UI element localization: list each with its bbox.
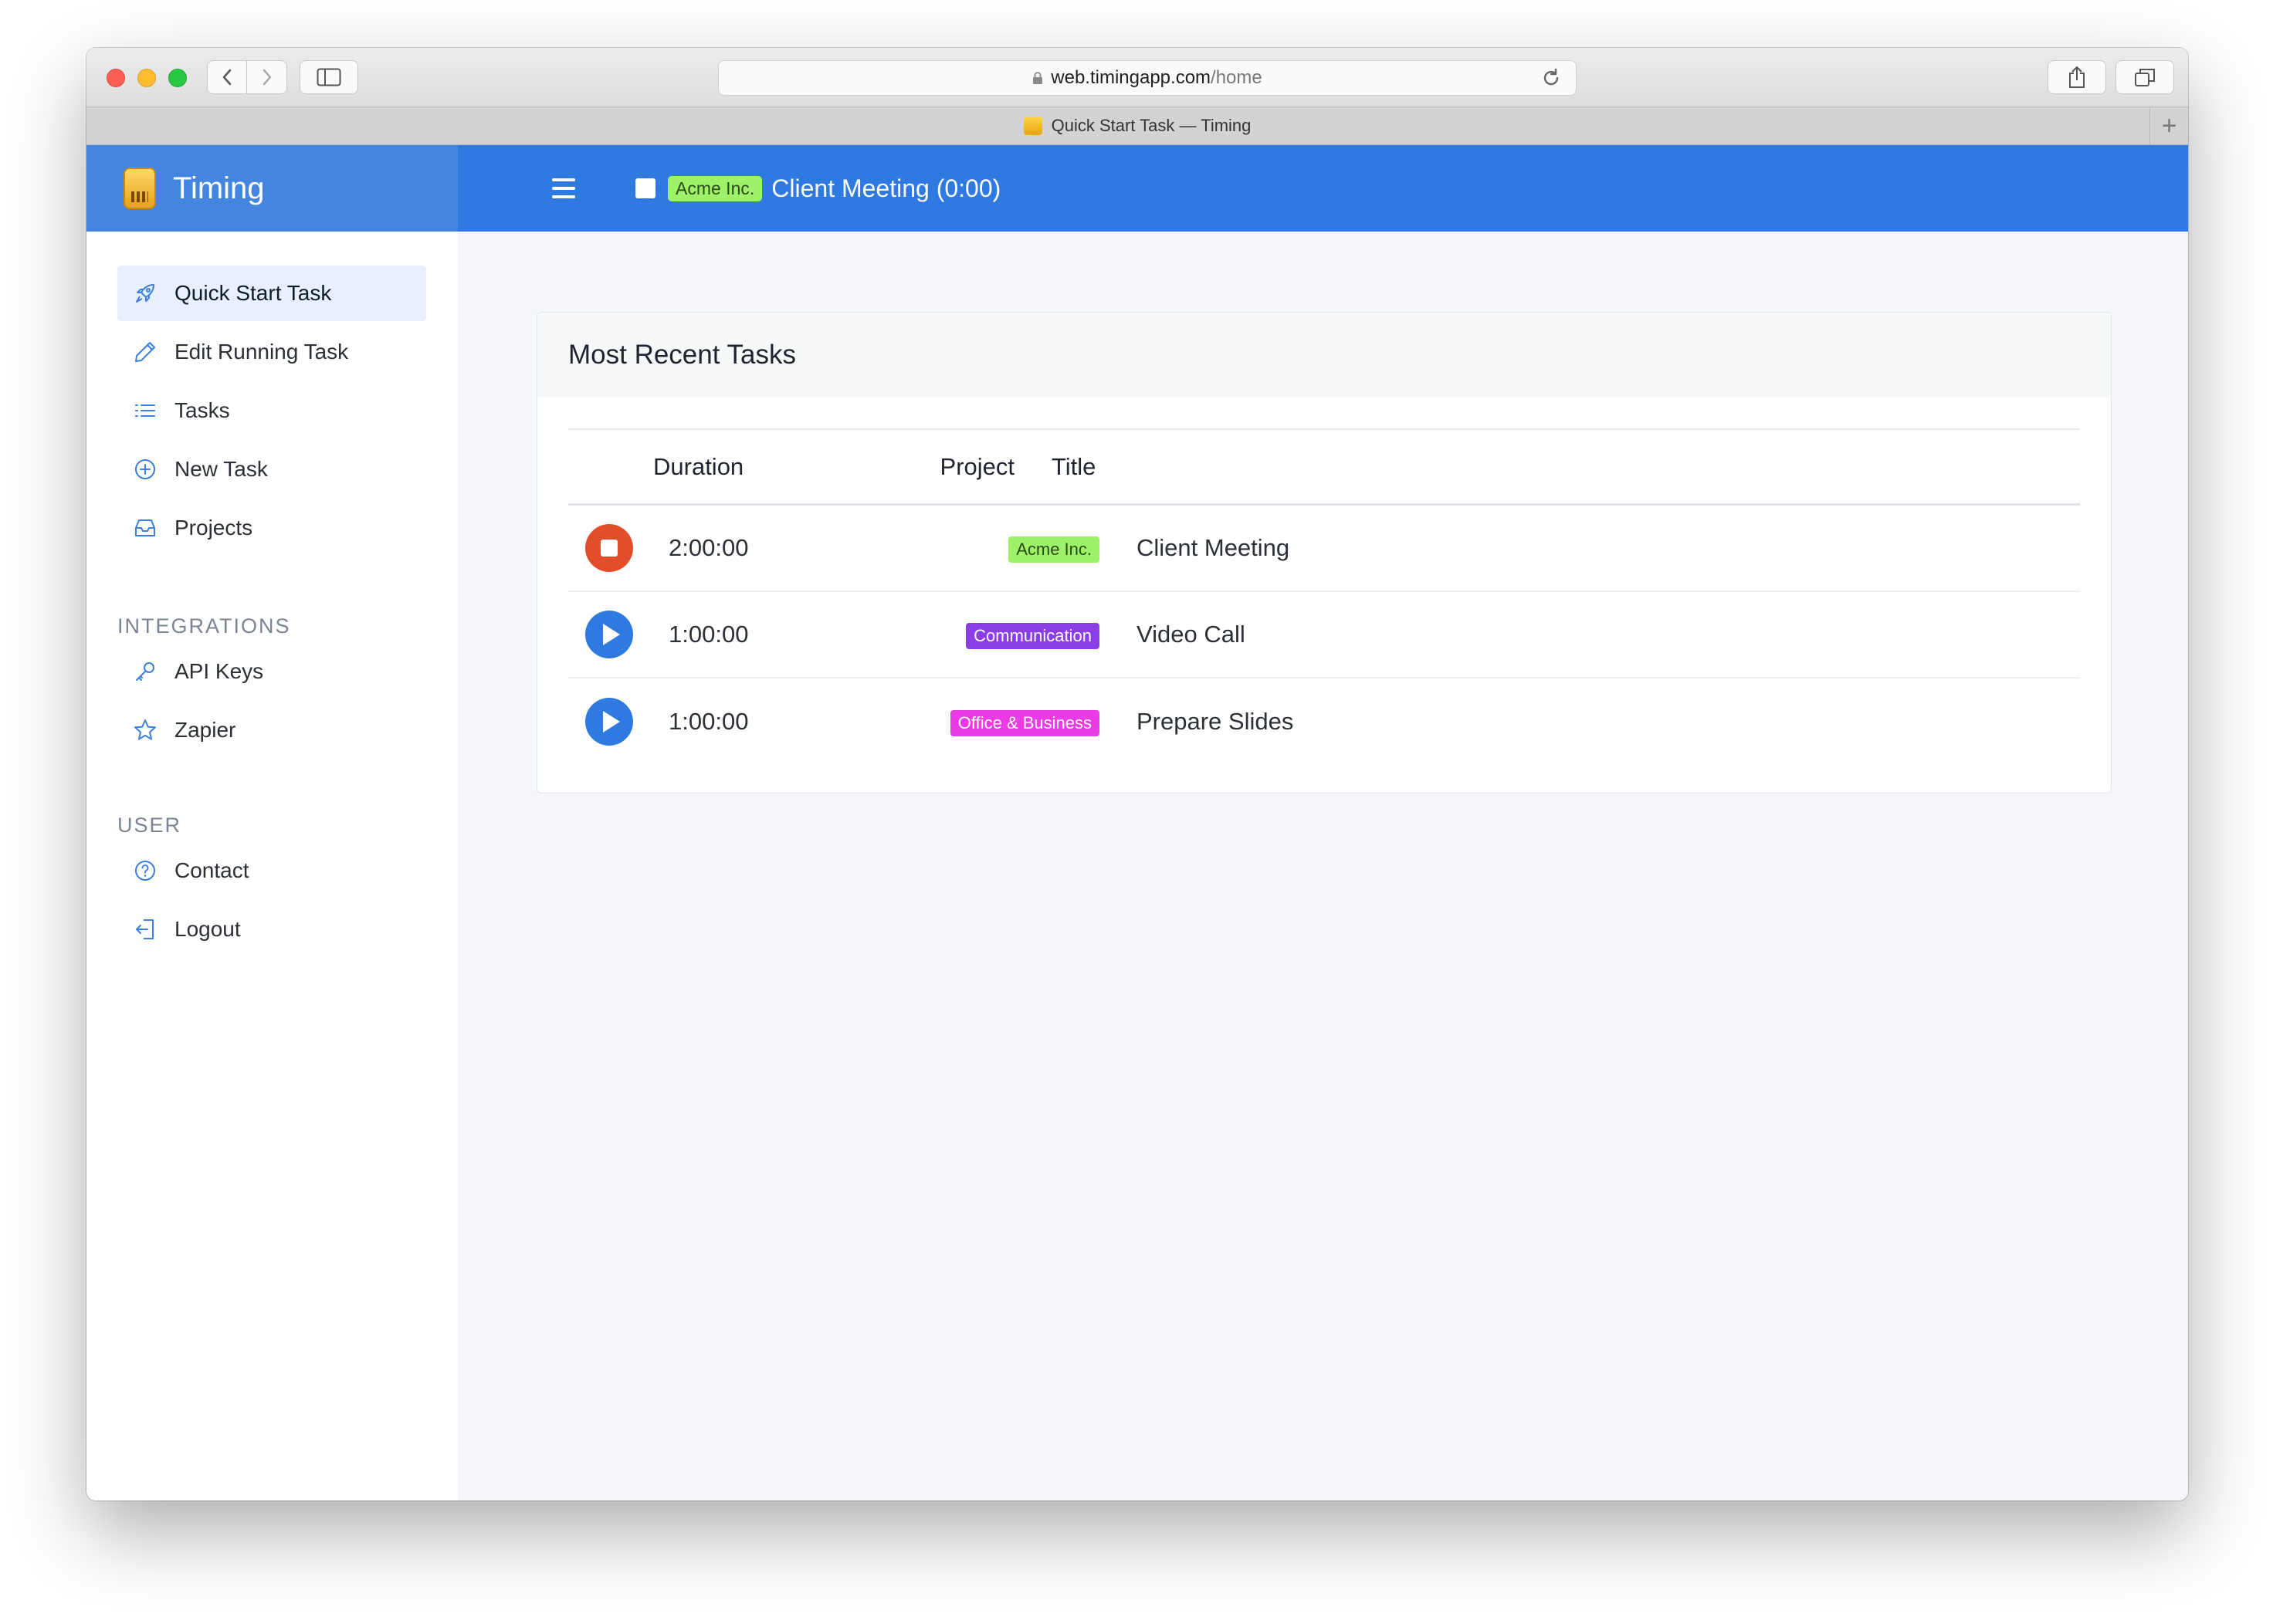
play-icon — [603, 711, 620, 732]
project-badge: Acme Inc. — [1008, 536, 1099, 563]
recent-tasks-table: Duration Project Title 2:00:00 Acme Inc.… — [568, 428, 2080, 765]
start-task-button[interactable] — [585, 698, 633, 746]
back-button[interactable] — [208, 61, 248, 93]
recent-tasks-card: Most Recent Tasks Duration Project Title… — [537, 312, 2112, 793]
start-task-button[interactable] — [585, 611, 633, 658]
url-host: web.timingapp.com — [1051, 67, 1211, 88]
new-tab-button[interactable]: + — [2149, 107, 2188, 144]
sidebar-item-edit-running-task[interactable]: Edit Running Task — [117, 324, 426, 380]
task-duration: 2:00:00 — [669, 534, 749, 561]
sidebar-item-label: Quick Start Task — [174, 281, 332, 305]
share-button[interactable] — [2048, 60, 2106, 94]
table-row: 1:00:00 Communication Video Call — [568, 592, 2080, 678]
key-icon — [136, 662, 154, 681]
history-nav — [207, 60, 287, 94]
tabs-icon — [2135, 69, 2155, 86]
sidebar-item-projects[interactable]: Projects — [117, 500, 426, 556]
inbox-icon — [135, 519, 155, 536]
project-badge: Communication — [966, 623, 1099, 649]
sidebar-item-logout[interactable]: Logout — [117, 902, 426, 957]
tab-title[interactable]: Quick Start Task — Timing — [1052, 116, 1252, 136]
lock-icon — [1033, 72, 1043, 84]
url-path: /home — [1211, 67, 1262, 88]
sidebar-item-label: Zapier — [174, 718, 236, 742]
sidebar-toggle-button[interactable] — [300, 60, 358, 94]
stop-icon — [601, 540, 618, 557]
chevron-left-icon — [222, 69, 232, 86]
stop-running-task-button[interactable] — [635, 178, 655, 198]
project-column-header: Project — [940, 452, 1015, 480]
duration-column-header: Duration — [653, 452, 744, 480]
plus-circle-icon — [135, 459, 155, 479]
list-icon — [135, 404, 155, 417]
task-title: Video Call — [1136, 621, 1245, 648]
help-circle-icon — [135, 861, 155, 881]
reload-icon[interactable] — [1540, 67, 1562, 89]
task-title: Prepare Slides — [1136, 708, 1294, 735]
logout-icon — [136, 919, 154, 939]
browser-window: web.timingapp.com/home Quick Start Task … — [86, 48, 2188, 1501]
sidebar-item-new-task[interactable]: New Task — [117, 442, 426, 497]
sidebar: Quick Start Task Edit Running Task Tasks… — [86, 232, 458, 1501]
sidebar-item-api-keys[interactable]: API Keys — [117, 644, 426, 699]
rocket-icon — [136, 284, 154, 303]
chevron-right-icon — [263, 69, 271, 86]
main-content: Most Recent Tasks Duration Project Title… — [458, 232, 2188, 1501]
sidebar-item-label: Logout — [174, 917, 241, 941]
stop-task-button[interactable] — [585, 524, 633, 572]
sidebar-item-label: Edit Running Task — [174, 340, 349, 364]
running-task-project-badge: Acme Inc. — [668, 175, 763, 201]
timing-favicon-icon — [1023, 117, 1042, 135]
tab-bar: Quick Start Task — Timing + — [86, 107, 2188, 145]
task-duration: 1:00:00 — [669, 708, 749, 735]
forward-button[interactable] — [247, 61, 286, 93]
task-title: Client Meeting — [1136, 534, 1290, 561]
star-icon — [134, 719, 156, 740]
card-title: Most Recent Tasks — [537, 313, 2111, 398]
pencil-icon — [135, 342, 155, 362]
sidebar-item-contact[interactable]: Contact — [117, 843, 426, 898]
sidebar-item-tasks[interactable]: Tasks — [117, 383, 426, 438]
share-icon — [2069, 66, 2085, 88]
table-row: 1:00:00 Office & Business Prepare Slides — [568, 678, 2080, 765]
table-row: 2:00:00 Acme Inc. Client Meeting — [568, 506, 2080, 592]
minimize-window-button[interactable] — [137, 69, 156, 87]
top-bar: Acme Inc. Client Meeting (0:00) — [458, 145, 2188, 232]
sidebar-item-zapier[interactable]: Zapier — [117, 702, 426, 758]
tab-overview-button[interactable] — [2115, 60, 2174, 94]
sidebar-item-label: API Keys — [174, 659, 264, 683]
sidebar-item-label: Projects — [174, 516, 253, 540]
table-header: Duration Project Title — [568, 428, 2080, 506]
browser-toolbar: web.timingapp.com/home — [86, 48, 2188, 107]
close-window-button[interactable] — [107, 69, 125, 87]
integrations-section-label: INTEGRATIONS — [117, 614, 291, 638]
project-badge: Office & Business — [950, 710, 1099, 736]
sidebar-item-quick-start-task[interactable]: Quick Start Task — [117, 266, 426, 321]
sidebar-item-label: Contact — [174, 858, 249, 882]
sidebar-item-label: Tasks — [174, 398, 230, 422]
task-duration: 1:00:00 — [669, 621, 749, 648]
timing-logo-icon — [124, 167, 156, 209]
zoom-window-button[interactable] — [168, 69, 187, 87]
play-icon — [603, 624, 620, 645]
sidebar-item-label: New Task — [174, 457, 268, 481]
title-column-header: Title — [1052, 452, 1096, 480]
user-section-label: USER — [117, 814, 182, 837]
address-bar[interactable]: web.timingapp.com/home — [718, 60, 1577, 96]
menu-toggle-icon[interactable] — [552, 178, 575, 198]
sidebar-icon — [317, 68, 341, 86]
running-task-label[interactable]: Client Meeting (0:00) — [771, 174, 1001, 203]
timing-app: Timing Acme Inc. Client Meeting (0:00) Q… — [86, 145, 2188, 1501]
brand-name: Timing — [173, 171, 265, 205]
brand-header[interactable]: Timing — [86, 145, 458, 232]
